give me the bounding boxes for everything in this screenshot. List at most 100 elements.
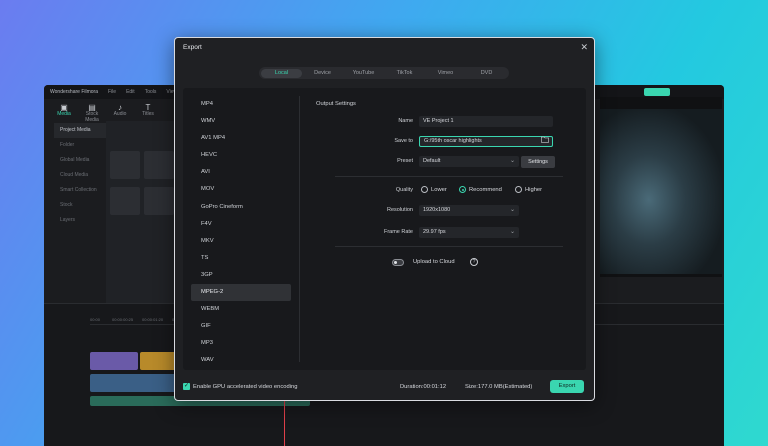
duration-text: Duration:00:01:12 [400,384,447,390]
export-tabs: Local Device YouTube TikTok Vimeo DVD [259,67,509,79]
quality-lower-radio[interactable]: Lower [421,186,447,193]
format-item-mkv[interactable]: MKV [191,233,291,250]
preset-select[interactable]: Default ⌄ [419,156,519,167]
format-item-3gp[interactable]: 3GP [191,267,291,284]
folder-icon[interactable] [541,136,549,143]
gpu-encoding-label: Enable GPU accelerated video encoding [193,384,298,390]
sidebar-item-cloud-media[interactable]: Cloud Media [54,168,106,183]
saveto-value: G:/95th oscar highlights [424,138,482,144]
quality-higher-label: Higher [525,186,543,193]
radio-icon [515,186,522,193]
resolution-label: Resolution [387,207,413,213]
format-item-mp4[interactable]: MP4 [191,96,291,113]
format-item-mpeg-2[interactable]: MPEG-2 [191,284,291,302]
preset-value: Default [423,158,441,164]
divider [299,96,300,362]
quality-label: Quality [395,187,413,193]
help-icon[interactable]: ? [470,258,478,266]
tab-local[interactable]: Local [261,68,302,78]
sidebar-item-folder[interactable]: Folder [54,138,106,153]
sidebar-item-layers[interactable]: Layers [54,213,106,228]
media-icon: ▣ [60,103,68,112]
name-field[interactable]: VE Project 1 [419,116,553,127]
saveto-label: Save to [394,138,413,144]
divider [335,246,563,247]
radio-selected-icon [459,186,466,193]
format-item-mp3[interactable]: MP3 [191,335,291,352]
tab-dvd[interactable]: DVD [466,69,507,78]
toolbar-media[interactable]: ▣ Media [52,103,76,117]
format-list: MP4 WMV AV1 MP4 HEVC AVI MOV GoPro Cinef… [191,96,291,370]
format-item-wav[interactable]: WAV [191,352,291,369]
media-thumb[interactable] [144,151,174,179]
format-item-webm[interactable]: WEBM [191,301,291,318]
editor-sidebar: Project Media Folder Global Media Cloud … [54,123,106,228]
tab-tiktok[interactable]: TikTok [384,69,425,78]
quality-lower-label: Lower [431,186,447,193]
tab-device[interactable]: Device [302,69,343,78]
dialog-title: Export [183,44,202,51]
preset-label: Preset [397,158,413,164]
app-name: Wondershare Filmora [50,89,98,95]
import-media-thumb[interactable] [110,151,140,179]
upload-cloud-label: Upload to Cloud [413,259,455,265]
sidebar-item-global-media[interactable]: Global Media [54,153,106,168]
toolbar-stock-media[interactable]: ▤ Stock Media [80,103,104,123]
settings-button[interactable]: Settings [521,156,555,168]
menu-file[interactable]: File [108,89,116,95]
toolbar-audio[interactable]: ♪ Audio [108,103,132,117]
ruler-tick: 00:00:01:20 [142,317,164,322]
format-item-mov[interactable]: MOV [191,181,291,198]
framerate-label: Frame Rate [383,229,413,235]
timeline-clip[interactable] [90,352,138,370]
toolbar-titles[interactable]: T Titles [136,103,160,117]
chevron-down-icon: ⌄ [509,229,515,235]
format-item-ts[interactable]: TS [191,250,291,267]
saveto-field[interactable]: G:/95th oscar highlights [419,136,553,147]
format-item-av1-mp4[interactable]: AV1 MP4 [191,130,291,147]
media-thumb[interactable] [110,187,140,215]
tab-vimeo[interactable]: Vimeo [425,69,466,78]
close-icon[interactable]: ✕ [580,42,588,53]
ruler-tick: 00:00 [90,317,101,322]
format-item-gopro-cineform[interactable]: GoPro Cineform [191,199,291,216]
framerate-select[interactable]: 29.97 fps ⌄ [419,227,519,238]
sidebar-item-stock[interactable]: Stock [54,198,106,213]
chevron-down-icon: ⌄ [509,207,515,213]
checkbox-checked-icon[interactable]: ✓ [183,383,190,390]
audio-icon: ♪ [118,103,122,112]
media-thumb[interactable] [144,187,174,215]
resolution-select[interactable]: 1920x1080 ⌄ [419,205,519,216]
ruler-tick: 00:00:00:25 [112,317,134,322]
export-dialog: Export ✕ Local Device YouTube TikTok Vim… [174,37,595,401]
menu-edit[interactable]: Edit [126,89,135,95]
format-item-avi[interactable]: AVI [191,164,291,181]
preview-panel [600,97,722,277]
format-item-wmv[interactable]: WMV [191,113,291,130]
editor-export-button[interactable] [644,88,670,96]
export-button[interactable]: Export [550,380,584,393]
format-item-f4v[interactable]: F4V [191,216,291,233]
resolution-value: 1920x1080 [423,207,451,213]
editor-toolbar: ▣ Media ▤ Stock Media ♪ Audio T Titles [44,99,174,123]
format-item-gif[interactable]: GIF [191,318,291,335]
size-text: Size:177.0 MB(Estimated) [465,384,533,390]
export-panel: MP4 WMV AV1 MP4 HEVC AVI MOV GoPro Cinef… [183,88,586,370]
format-item-hevc[interactable]: HEVC [191,147,291,164]
titles-icon: T [145,103,151,112]
name-label: Name [398,118,413,124]
menu-tools[interactable]: Tools [145,89,157,95]
tab-youtube[interactable]: YouTube [343,69,384,78]
quality-higher-radio[interactable]: Higher [515,186,542,193]
sidebar-item-project-media[interactable]: Project Media [54,123,106,138]
quality-recommend-radio[interactable]: Recommend [459,186,502,193]
sidebar-item-smart-collection[interactable]: Smart Collection [54,183,106,198]
divider [335,176,563,177]
framerate-value: 29.97 fps [423,229,446,235]
radio-icon [421,186,428,193]
output-settings-title: Output Settings [316,101,356,107]
chevron-down-icon: ⌄ [509,158,515,164]
upload-cloud-toggle[interactable] [392,259,404,266]
stock-icon: ▤ [88,103,96,112]
quality-recommend-label: Recommend [469,186,502,193]
